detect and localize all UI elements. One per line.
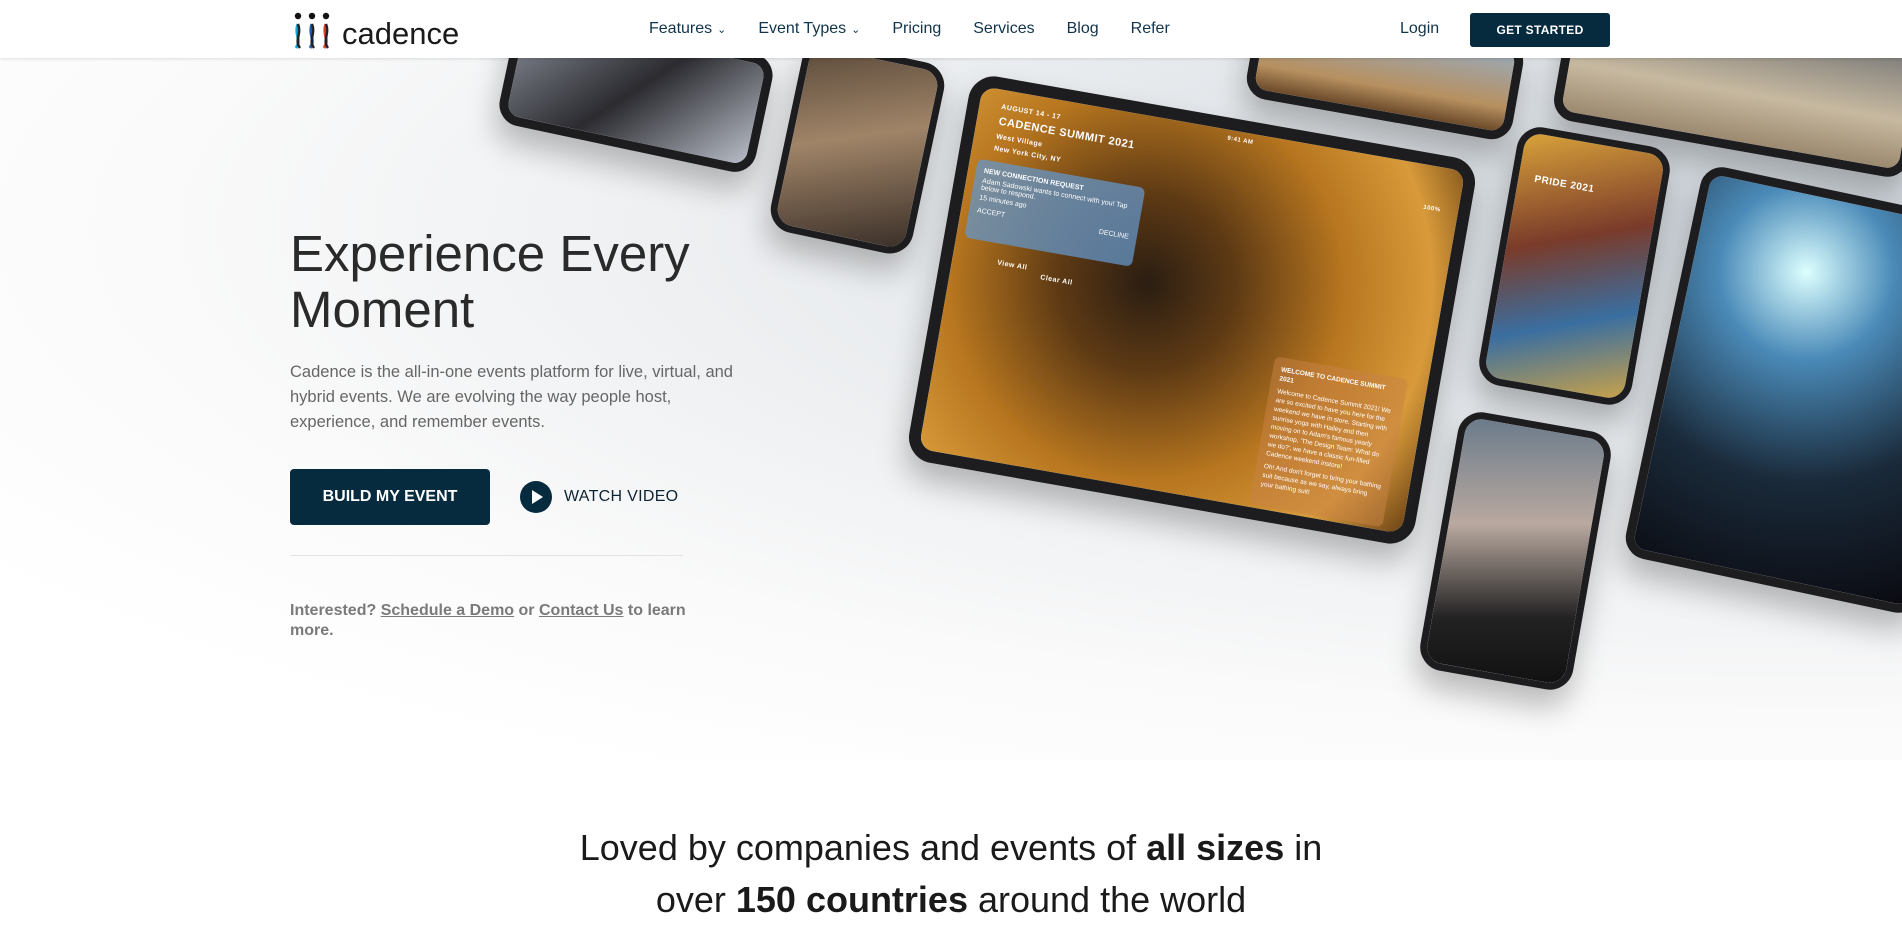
cadence-logo-icon [294,12,330,49]
loved-text: Loved by companies and events of [579,827,1147,868]
chevron-down-icon: ⌄ [851,24,861,36]
loved-emphasis: 150 countries [735,879,968,920]
welcome-card: WELCOME TO CADENCE SUMMIT 2021 Welcome t… [1249,356,1409,528]
logo-text: cadence [342,16,460,51]
chevron-down-icon: ⌄ [717,24,727,36]
play-icon [520,481,552,513]
hero-title: Experience Every Moment [290,225,690,338]
interest-text: Interested? Schedule a Demo or Contact U… [290,601,710,641]
nav-services[interactable]: Services [973,20,1034,38]
cadence-logo[interactable]: cadence [290,12,459,50]
watch-video-button[interactable]: WATCH VIDEO [520,481,678,513]
divider [290,555,683,556]
interest-prefix: Interested? [290,602,377,619]
nav-pricing[interactable]: Pricing [892,20,941,38]
loved-emphasis: all sizes [1146,827,1285,868]
nav-blog[interactable]: Blog [1067,20,1099,38]
nav-label: Event Types [758,20,847,37]
nav-features[interactable]: Features ⌄ [649,20,726,38]
login-link[interactable]: Login [1400,20,1439,38]
loved-text: over [655,879,736,920]
nav-event-types[interactable]: Event Types ⌄ [758,20,860,38]
loved-text: in [1284,827,1323,868]
contact-us-link[interactable]: Contact Us [539,602,623,619]
build-my-event-button[interactable]: BUILD MY EVENT [290,469,490,525]
top-nav: cadence Features ⌄ Event Types ⌄ Pricing S… [0,0,1902,58]
schedule-demo-link[interactable]: Schedule a Demo [381,602,514,619]
nav-label: Features [649,20,713,37]
nav-refer[interactable]: Refer [1131,20,1170,38]
hero-description: Cadence is the all-in-one events platfor… [290,363,733,431]
decline-button: DECLINE [1098,228,1130,241]
loved-text: around the world [967,879,1247,920]
interest-or: or [518,602,535,619]
accept-button: ACCEPT [976,207,1006,220]
get-started-button[interactable]: GET STARTED [1470,13,1610,47]
main-menu: Features ⌄ Event Types ⌄ Pricing Services … [649,20,1170,38]
loved-by-heading: Loved by companies and events of all siz… [0,822,1902,926]
watch-video-label: WATCH VIDEO [564,488,679,505]
